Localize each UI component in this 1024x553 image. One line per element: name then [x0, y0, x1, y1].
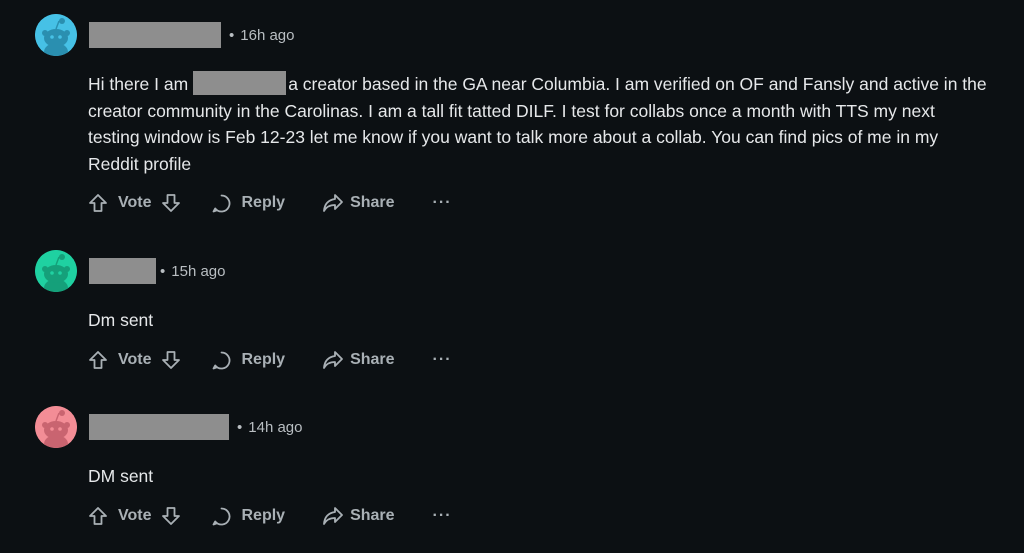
downvote-button[interactable]	[161, 193, 181, 213]
upvote-icon	[89, 194, 107, 212]
comment-time: • 15h ago	[160, 263, 226, 280]
reply-label: Reply	[241, 194, 286, 211]
snoo-icon	[35, 250, 77, 292]
upvote-button[interactable]	[88, 350, 108, 370]
reply-icon	[213, 507, 231, 525]
downvote-icon	[162, 351, 181, 369]
redacted-username	[89, 414, 229, 440]
comment-time: • 16h ago	[229, 27, 295, 44]
share-label: Share	[350, 194, 395, 211]
comment-actions: Vote Reply Share ···	[88, 347, 452, 373]
comment-text: Dm sent	[88, 310, 154, 330]
downvote-button[interactable]	[161, 350, 181, 370]
more-options-button[interactable]: ···	[433, 194, 452, 212]
downvote-button[interactable]	[161, 506, 181, 526]
vote-label: Vote	[118, 194, 152, 211]
reply-button[interactable]: Reply	[211, 193, 285, 214]
share-button[interactable]: Share	[322, 193, 395, 213]
separator-dot: •	[229, 26, 235, 44]
comment-actions: Vote Reply Share ···	[88, 190, 452, 216]
share-icon	[323, 351, 343, 369]
downvote-icon	[162, 507, 181, 525]
comment-body: DM sent	[88, 463, 988, 490]
share-button[interactable]: Share	[322, 350, 395, 370]
share-label: Share	[350, 507, 395, 524]
reply-label: Reply	[241, 351, 286, 368]
comment-meta: • 15h ago	[89, 258, 226, 284]
comment-body: Hi there I am a creator based in the GA n…	[88, 71, 988, 177]
reply-button[interactable]: Reply	[211, 506, 285, 527]
downvote-icon	[162, 194, 181, 212]
separator-dot: •	[160, 262, 166, 280]
vote-label: Vote	[118, 507, 152, 524]
separator-dot: •	[237, 418, 243, 436]
redacted-name	[193, 71, 287, 95]
comment-actions: Vote Reply Share ···	[88, 503, 452, 529]
share-label: Share	[350, 351, 395, 368]
comment-body: Dm sent	[88, 307, 988, 334]
upvote-icon	[89, 351, 107, 369]
reply-icon	[213, 194, 231, 212]
vote-label: Vote	[118, 351, 152, 368]
comment-meta: • 16h ago	[89, 22, 295, 48]
snoo-icon	[35, 14, 77, 56]
comment-text: DM sent	[88, 466, 154, 486]
upvote-button[interactable]	[88, 193, 108, 213]
reply-label: Reply	[241, 507, 286, 524]
comment-text: Hi there I am	[88, 74, 189, 94]
redacted-username	[89, 22, 221, 48]
avatar[interactable]	[35, 250, 77, 292]
comment-meta: • 14h ago	[89, 414, 303, 440]
share-icon	[323, 194, 343, 212]
redacted-username	[89, 258, 156, 284]
more-options-button[interactable]: ···	[433, 507, 452, 525]
upvote-icon	[89, 507, 107, 525]
share-button[interactable]: Share	[322, 506, 395, 526]
timestamp: 16h ago	[240, 26, 295, 44]
share-icon	[323, 507, 343, 525]
avatar[interactable]	[35, 14, 77, 56]
reply-icon	[213, 351, 231, 369]
reply-button[interactable]: Reply	[211, 350, 285, 371]
snoo-icon	[35, 406, 77, 448]
upvote-button[interactable]	[88, 506, 108, 526]
avatar[interactable]	[35, 406, 77, 448]
timestamp: 15h ago	[171, 262, 226, 280]
comment-time: • 14h ago	[237, 419, 303, 436]
more-options-button[interactable]: ···	[433, 351, 452, 369]
timestamp: 14h ago	[248, 418, 303, 436]
comment-thread: • 16h ago Hi there I am a creator based in…	[0, 0, 1024, 553]
